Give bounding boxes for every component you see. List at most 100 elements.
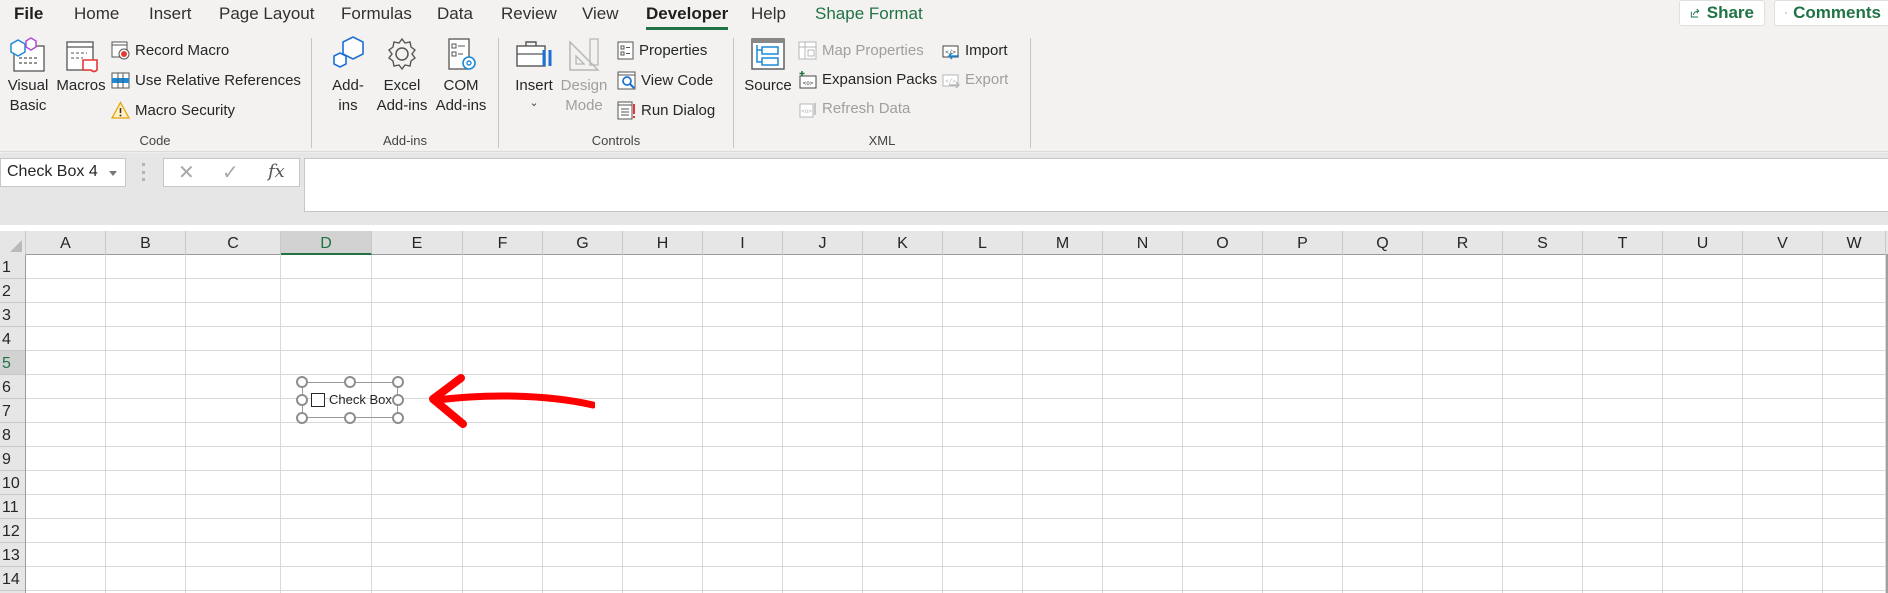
select-all-button[interactable]: [0, 231, 26, 255]
check-box-form-control[interactable]: Check Box: [296, 376, 404, 424]
column-header-p[interactable]: P: [1263, 231, 1343, 255]
checkbox[interactable]: [311, 393, 325, 407]
column-header-d[interactable]: D: [281, 231, 372, 255]
xml-source-icon: [751, 38, 785, 70]
visual-basic-button[interactable]: Visual Basic: [6, 36, 50, 116]
column-header-o[interactable]: O: [1183, 231, 1263, 255]
resize-handle-se[interactable]: [392, 412, 404, 424]
name-box-dropdown-icon[interactable]: [109, 171, 117, 176]
gridline-horizontal: [26, 590, 1888, 591]
column-header-c[interactable]: C: [186, 231, 281, 255]
row-header-12[interactable]: 12: [0, 519, 25, 543]
row-header-11[interactable]: 11: [0, 495, 25, 519]
design-mode-button[interactable]: Design Mode: [559, 36, 609, 116]
macros-button[interactable]: Macros: [56, 36, 106, 96]
column-header-s[interactable]: S: [1503, 231, 1583, 255]
tab-page-layout[interactable]: Page Layout: [219, 4, 314, 28]
column-header-u[interactable]: U: [1663, 231, 1743, 255]
row-header-13[interactable]: 13: [0, 543, 25, 567]
refresh-data-button[interactable]: <o> Refresh Data: [798, 96, 910, 120]
name-box[interactable]: Check Box 4: [0, 158, 126, 187]
row-header-1[interactable]: 1: [0, 255, 25, 279]
insert-function-icon[interactable]: fx: [268, 161, 285, 182]
column-header-m[interactable]: M: [1023, 231, 1103, 255]
tab-view[interactable]: View: [582, 4, 619, 28]
tab-home[interactable]: Home: [74, 4, 119, 28]
excel-add-ins-button[interactable]: Excel Add-ins: [374, 36, 430, 116]
resize-handle-n[interactable]: [344, 376, 356, 388]
expansion-packs-icon: <o>: [799, 70, 817, 88]
column-header-i[interactable]: I: [703, 231, 783, 255]
insert-control-button[interactable]: Insert ⌄: [512, 36, 556, 110]
use-relative-references-button[interactable]: Use Relative References: [111, 68, 301, 92]
run-dialog-button[interactable]: Run Dialog: [617, 98, 715, 122]
column-header-l[interactable]: L: [943, 231, 1023, 255]
row-header-5[interactable]: 5: [0, 351, 25, 375]
row-header-7[interactable]: 7: [0, 399, 25, 423]
properties-label: Properties: [639, 41, 708, 59]
tab-data[interactable]: Data: [437, 4, 473, 28]
add-ins-icon: [333, 36, 364, 68]
column-header-n[interactable]: N: [1103, 231, 1183, 255]
resize-handle-nw[interactable]: [296, 376, 308, 388]
column-header-g[interactable]: G: [543, 231, 623, 255]
column-header-v[interactable]: V: [1743, 231, 1823, 255]
com-add-ins-icon: [448, 38, 476, 70]
column-header-j[interactable]: J: [783, 231, 863, 255]
tab-insert[interactable]: Insert: [149, 4, 192, 28]
row-header-9[interactable]: 9: [0, 447, 25, 471]
record-macro-button[interactable]: Record Macro: [111, 38, 229, 62]
tab-formulas[interactable]: Formulas: [341, 4, 412, 28]
column-header-e[interactable]: E: [372, 231, 463, 255]
row-header-10[interactable]: 10: [0, 471, 25, 495]
share-button[interactable]: Share: [1679, 0, 1765, 26]
resize-handle-sw[interactable]: [296, 412, 308, 424]
resize-handle-s[interactable]: [344, 412, 356, 424]
arrow-shaft: [433, 392, 595, 409]
row-header-2[interactable]: 2: [0, 279, 25, 303]
tab-help[interactable]: Help: [751, 4, 786, 28]
formula-input[interactable]: [304, 158, 1888, 212]
view-code-button[interactable]: View Code: [617, 68, 713, 92]
design-mode-label-2: Mode: [565, 97, 603, 114]
row-header-14[interactable]: 14: [0, 567, 25, 591]
design-mode-label-1: Design: [560, 77, 608, 94]
resize-handle-w[interactable]: [296, 394, 308, 406]
cell-area[interactable]: [26, 255, 1888, 593]
row-header-4[interactable]: 4: [0, 327, 25, 351]
map-properties-button[interactable]: Map Properties: [798, 38, 924, 62]
tab-developer[interactable]: Developer: [646, 4, 729, 30]
red-arrow-annotation: [429, 374, 595, 428]
resize-handle-ne[interactable]: [392, 376, 404, 388]
row-header-6[interactable]: 6: [0, 375, 25, 399]
column-header-t[interactable]: T: [1583, 231, 1663, 255]
column-header-b[interactable]: B: [106, 231, 186, 255]
formula-bar-resize-grip[interactable]: [142, 163, 146, 181]
gridline-horizontal: [26, 278, 1888, 279]
xml-source-button[interactable]: Source: [744, 36, 792, 96]
row-header-8[interactable]: 8: [0, 423, 25, 447]
properties-button[interactable]: Properties: [617, 38, 707, 62]
column-header-a[interactable]: A: [26, 231, 106, 255]
column-header-w[interactable]: W: [1823, 231, 1886, 255]
macro-security-button[interactable]: Macro Security: [111, 98, 235, 122]
import-button[interactable]: </> Import: [941, 38, 1008, 62]
enter-icon[interactable]: ✓: [222, 160, 239, 185]
cancel-icon[interactable]: ✕: [178, 160, 195, 185]
column-header-k[interactable]: K: [863, 231, 943, 255]
column-header-q[interactable]: Q: [1343, 231, 1423, 255]
add-ins-button[interactable]: Add- ins: [326, 36, 370, 116]
tab-shape-format[interactable]: Shape Format: [815, 4, 923, 28]
column-header-f[interactable]: F: [463, 231, 543, 255]
com-add-ins-button[interactable]: COM Add-ins: [433, 36, 489, 116]
column-header-h[interactable]: H: [623, 231, 703, 255]
export-button[interactable]: </> Export: [941, 67, 1008, 91]
comments-button[interactable]: Comments: [1774, 0, 1888, 26]
run-dialog-label: Run Dialog: [641, 101, 716, 119]
tab-review[interactable]: Review: [501, 4, 557, 28]
column-header-r[interactable]: R: [1423, 231, 1503, 255]
tab-file[interactable]: File: [14, 4, 43, 28]
resize-handle-e[interactable]: [392, 394, 404, 406]
row-header-3[interactable]: 3: [0, 303, 25, 327]
expansion-packs-button[interactable]: <o> Expansion Packs: [798, 67, 937, 91]
